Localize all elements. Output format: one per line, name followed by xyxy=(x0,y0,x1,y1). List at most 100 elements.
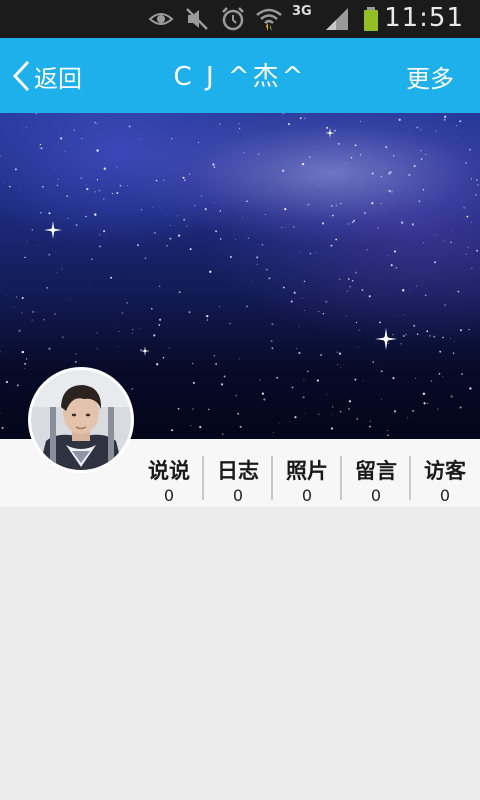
star xyxy=(218,123,221,126)
star xyxy=(422,242,425,244)
sparkle-star xyxy=(325,128,335,138)
star xyxy=(293,226,295,228)
star xyxy=(39,211,42,214)
star xyxy=(246,305,248,308)
star xyxy=(408,173,411,176)
sparkle-star xyxy=(375,328,397,350)
star xyxy=(238,358,240,360)
star xyxy=(169,237,172,240)
star xyxy=(15,296,18,298)
star xyxy=(236,152,238,154)
star xyxy=(390,264,393,267)
star xyxy=(461,373,463,375)
star xyxy=(131,332,133,335)
star xyxy=(366,249,368,251)
star xyxy=(331,312,333,313)
star xyxy=(246,200,248,203)
star xyxy=(362,380,364,382)
star xyxy=(194,204,196,207)
star xyxy=(471,267,473,269)
star xyxy=(330,244,333,247)
star xyxy=(90,258,93,261)
star xyxy=(459,329,462,332)
star xyxy=(158,324,161,326)
star xyxy=(338,352,342,355)
star xyxy=(48,253,51,256)
star xyxy=(220,383,224,386)
star xyxy=(162,357,165,359)
star xyxy=(242,216,244,218)
star xyxy=(450,241,452,244)
star xyxy=(200,194,203,197)
star xyxy=(422,392,426,395)
star xyxy=(477,183,480,186)
star xyxy=(348,400,351,403)
star xyxy=(434,261,437,264)
star xyxy=(6,295,8,296)
star xyxy=(380,202,383,205)
star xyxy=(204,207,207,211)
more-button[interactable]: 更多 xyxy=(406,56,454,96)
star xyxy=(58,141,60,143)
star xyxy=(103,198,105,200)
star xyxy=(326,126,329,129)
star xyxy=(81,137,83,140)
star xyxy=(332,405,334,407)
star xyxy=(188,311,191,314)
star xyxy=(354,271,357,274)
title-bar: 返回 C J ^杰^ 更多 xyxy=(0,38,480,113)
star xyxy=(391,191,393,193)
star xyxy=(121,312,124,314)
star xyxy=(281,226,283,228)
star xyxy=(154,232,156,234)
star xyxy=(66,195,69,197)
star xyxy=(412,410,414,412)
mute-icon xyxy=(184,6,210,32)
star xyxy=(466,215,469,218)
star xyxy=(392,155,395,157)
star xyxy=(361,289,364,291)
star xyxy=(192,362,194,365)
star xyxy=(298,351,301,355)
star xyxy=(261,243,264,246)
star xyxy=(429,335,431,337)
star xyxy=(345,315,347,317)
stat-shuoshuo[interactable]: 说说 0 xyxy=(135,439,203,507)
avatar[interactable] xyxy=(28,367,134,473)
star xyxy=(151,207,153,208)
stat-photos[interactable]: 照片 0 xyxy=(273,439,341,507)
star xyxy=(387,430,389,432)
star xyxy=(75,224,78,227)
star xyxy=(219,210,221,213)
star xyxy=(358,346,359,348)
stat-messages[interactable]: 留言 0 xyxy=(342,439,410,507)
star xyxy=(119,184,122,187)
star xyxy=(351,221,354,224)
star xyxy=(267,306,269,308)
star xyxy=(475,179,478,181)
star xyxy=(188,173,191,175)
star xyxy=(137,244,139,247)
star xyxy=(305,413,307,414)
stat-label: 说说 xyxy=(148,459,190,483)
star xyxy=(364,295,366,297)
star xyxy=(41,185,44,188)
star xyxy=(98,234,100,236)
signal-icon xyxy=(324,6,350,32)
star xyxy=(416,333,419,335)
stat-blog[interactable]: 日志 0 xyxy=(204,439,272,507)
star xyxy=(192,408,195,411)
star xyxy=(408,288,410,289)
stat-visitors[interactable]: 访客 0 xyxy=(411,439,479,507)
star xyxy=(467,246,470,249)
star xyxy=(291,386,294,389)
star xyxy=(387,255,389,257)
star xyxy=(59,129,61,131)
star xyxy=(382,363,383,365)
star xyxy=(117,326,119,328)
star xyxy=(289,420,291,422)
status-icons: 3G xyxy=(148,4,386,34)
stat-label: 日志 xyxy=(217,459,259,483)
star xyxy=(433,335,436,338)
star xyxy=(177,407,180,410)
